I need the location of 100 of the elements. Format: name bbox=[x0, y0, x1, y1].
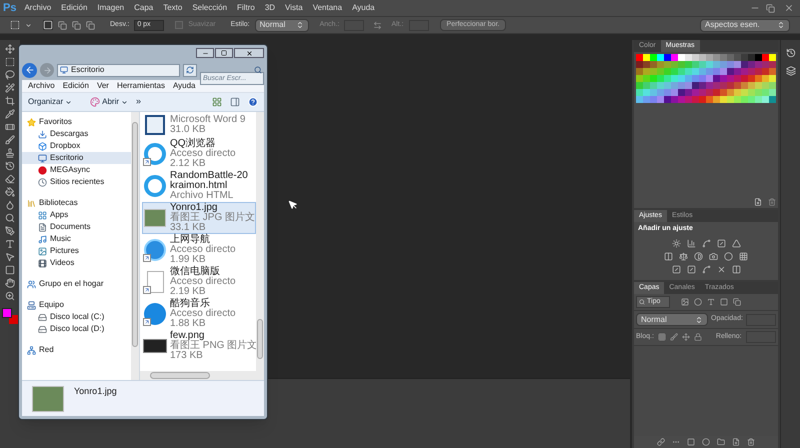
move-icon[interactable] bbox=[682, 333, 690, 341]
history-icon[interactable] bbox=[786, 48, 796, 58]
rectangle-icon[interactable] bbox=[5, 265, 15, 275]
file-item[interactable]: 上网导航 Acceso directo 1.99 KB bbox=[142, 234, 256, 266]
nav-item[interactable]: Music bbox=[22, 233, 131, 245]
more-button[interactable]: » bbox=[136, 95, 142, 109]
nav-item[interactable]: Grupo en el hogar bbox=[22, 278, 131, 290]
image-icon[interactable] bbox=[681, 298, 689, 306]
lasso-icon[interactable] bbox=[5, 70, 15, 80]
layers-icon[interactable] bbox=[786, 66, 796, 76]
nav-item[interactable]: Favoritos bbox=[22, 116, 131, 128]
horizontal-scrollbar[interactable] bbox=[140, 371, 264, 380]
droplet-icon[interactable] bbox=[5, 200, 15, 210]
eraser-icon[interactable] bbox=[5, 174, 15, 184]
adjustment-icon[interactable] bbox=[702, 438, 710, 446]
folder-icon[interactable] bbox=[717, 438, 725, 446]
bucket-icon[interactable] bbox=[5, 187, 15, 197]
menu-item[interactable]: Herramientas bbox=[116, 80, 165, 92]
close-icon[interactable] bbox=[784, 3, 794, 13]
new-selection-icon[interactable] bbox=[43, 20, 53, 30]
crop-icon[interactable] bbox=[5, 96, 15, 106]
histogram-icon[interactable] bbox=[686, 238, 696, 248]
slash-square-icon[interactable] bbox=[672, 264, 680, 274]
file-item[interactable]: 酷狗音乐 Acceso directo 1.88 KB bbox=[142, 298, 256, 330]
menu-item[interactable]: Filtro bbox=[232, 2, 260, 14]
menu-item[interactable]: Archivo bbox=[19, 2, 56, 14]
minimize-button[interactable] bbox=[196, 48, 214, 58]
nav-item[interactable]: Escritorio bbox=[22, 152, 131, 164]
slash-square-icon[interactable] bbox=[686, 264, 696, 274]
pointer-icon[interactable] bbox=[5, 252, 15, 262]
scrollbar[interactable] bbox=[131, 112, 139, 380]
caret-icon[interactable] bbox=[25, 22, 32, 28]
hand-icon[interactable] bbox=[5, 278, 15, 288]
circle-icon[interactable] bbox=[694, 298, 702, 306]
nav-item[interactable]: Videos bbox=[22, 257, 131, 269]
menu-item[interactable]: 3D bbox=[260, 2, 280, 14]
close-button[interactable] bbox=[234, 48, 264, 58]
zoom-icon[interactable] bbox=[5, 291, 15, 301]
trash-icon[interactable] bbox=[768, 198, 776, 206]
nav-item[interactable]: Documents bbox=[22, 221, 131, 233]
organize-button[interactable]: Organizar bbox=[28, 96, 72, 108]
type-icon[interactable] bbox=[707, 298, 715, 306]
menu-item[interactable]: Ayuda bbox=[172, 80, 196, 92]
menu-item[interactable]: Texto bbox=[158, 2, 188, 14]
grid-icon[interactable] bbox=[739, 252, 748, 260]
file-item[interactable]: Microsoft Word 9 31.0 KB bbox=[142, 112, 256, 138]
columns-icon[interactable] bbox=[664, 252, 673, 260]
history-icon[interactable] bbox=[5, 161, 15, 171]
back-button[interactable] bbox=[22, 62, 37, 78]
marquee-icon[interactable] bbox=[5, 57, 15, 67]
scrollbar[interactable] bbox=[256, 112, 264, 371]
stamp-icon[interactable] bbox=[5, 148, 15, 158]
file-item[interactable]: 微信电脑版 Acceso directo 2.19 KB bbox=[142, 266, 256, 298]
camera-icon[interactable] bbox=[709, 252, 718, 260]
restore-icon[interactable] bbox=[766, 4, 775, 12]
menu-item[interactable]: Ayuda bbox=[347, 2, 380, 14]
scale-icon[interactable] bbox=[679, 252, 688, 260]
curve-icon[interactable] bbox=[702, 238, 710, 248]
menu-item[interactable]: Archivo bbox=[28, 80, 55, 92]
nav-item[interactable]: Descargas bbox=[22, 128, 131, 140]
menu-item[interactable]: Selección bbox=[187, 2, 232, 14]
nav-item[interactable]: Disco local (C:) bbox=[22, 311, 131, 323]
triangle-icon[interactable] bbox=[732, 238, 740, 248]
maximize-button[interactable] bbox=[215, 48, 233, 58]
menu-item[interactable]: Edición bbox=[56, 2, 92, 14]
nav-item[interactable]: Apps bbox=[22, 209, 131, 221]
foreground-swatch[interactable] bbox=[2, 308, 12, 318]
help-icon[interactable] bbox=[248, 97, 258, 107]
menu-item[interactable]: Edición bbox=[62, 80, 89, 92]
marquee-icon[interactable] bbox=[10, 20, 20, 30]
brush-icon[interactable] bbox=[670, 333, 678, 341]
nav-item[interactable]: Red bbox=[22, 344, 131, 356]
checker-icon[interactable] bbox=[658, 333, 666, 341]
magnifier-icon[interactable] bbox=[5, 213, 15, 223]
swatch-grid-drawing[interactable] bbox=[636, 54, 776, 103]
nav-item[interactable]: MEGAsync bbox=[22, 164, 131, 176]
eyedropper-icon[interactable] bbox=[5, 109, 15, 119]
type-icon[interactable] bbox=[5, 239, 15, 249]
preview-pane-icon[interactable] bbox=[230, 97, 240, 107]
nav-item[interactable]: Equipo bbox=[22, 299, 131, 311]
file-item[interactable]: QQ浏览器 Acceso directo 2.12 KB bbox=[142, 138, 256, 170]
mask-icon[interactable] bbox=[687, 438, 695, 446]
nav-item[interactable]: Sitios recientes bbox=[22, 176, 131, 188]
brush-icon[interactable] bbox=[5, 135, 15, 145]
file-item[interactable]: Yonro1.jpg 看图王 JPG 图片文 33.1 KB bbox=[142, 202, 256, 234]
pen-icon[interactable] bbox=[5, 226, 15, 236]
columns-icon[interactable] bbox=[732, 264, 740, 274]
move-icon[interactable] bbox=[5, 44, 15, 54]
nav-item[interactable]: Bibliotecas bbox=[22, 197, 131, 209]
nav-item[interactable]: Pictures bbox=[22, 245, 131, 257]
refresh-button[interactable] bbox=[183, 64, 197, 76]
menu-item[interactable]: Capa bbox=[129, 2, 158, 14]
trash-icon[interactable] bbox=[747, 438, 755, 446]
menu-item[interactable]: Ver bbox=[96, 80, 109, 92]
open-button[interactable]: Abrir bbox=[90, 96, 128, 108]
menu-item[interactable]: Ventana bbox=[308, 2, 348, 14]
link-icon[interactable] bbox=[657, 438, 665, 446]
menu-item[interactable]: Vista bbox=[280, 2, 308, 14]
file-item[interactable]: RandomBattle-20 kraimon.html Archivo HTML bbox=[142, 170, 256, 202]
smart-object-icon[interactable] bbox=[733, 298, 741, 306]
